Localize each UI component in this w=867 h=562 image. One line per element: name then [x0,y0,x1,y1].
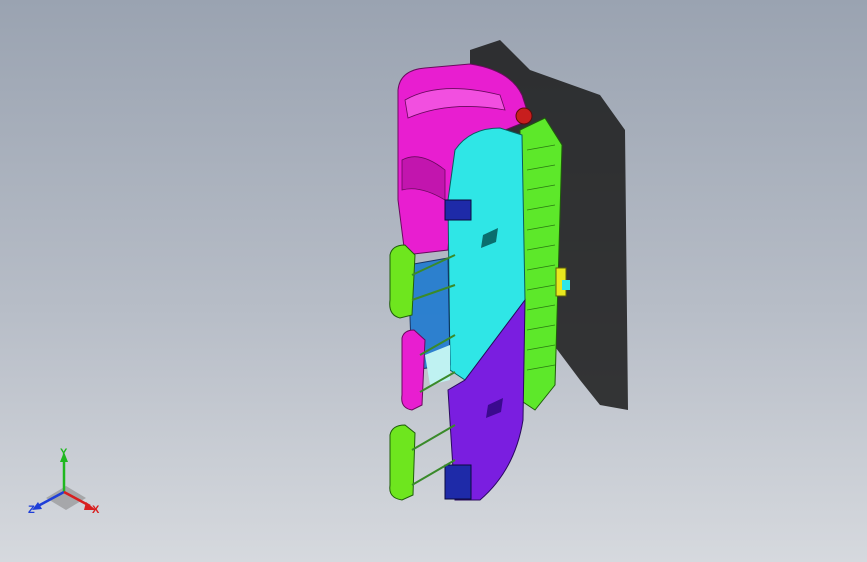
handle-upper[interactable] [389,244,416,319]
clip-bottom [444,464,472,500]
z-axis-label: Z [28,504,35,516]
side-connector-tip [562,280,570,290]
rail-part[interactable] [519,117,563,411]
handle-middle[interactable] [401,329,426,411]
x-axis-label: X [92,504,100,516]
clip-top [444,199,472,221]
graphics-viewport[interactable]: Y Z X [0,0,867,562]
top-knob [515,107,533,125]
axis-triad: Y Z X [24,448,108,526]
y-axis-label: Y [60,447,68,459]
handle-lower[interactable] [389,424,416,501]
3d-model[interactable] [0,0,867,562]
